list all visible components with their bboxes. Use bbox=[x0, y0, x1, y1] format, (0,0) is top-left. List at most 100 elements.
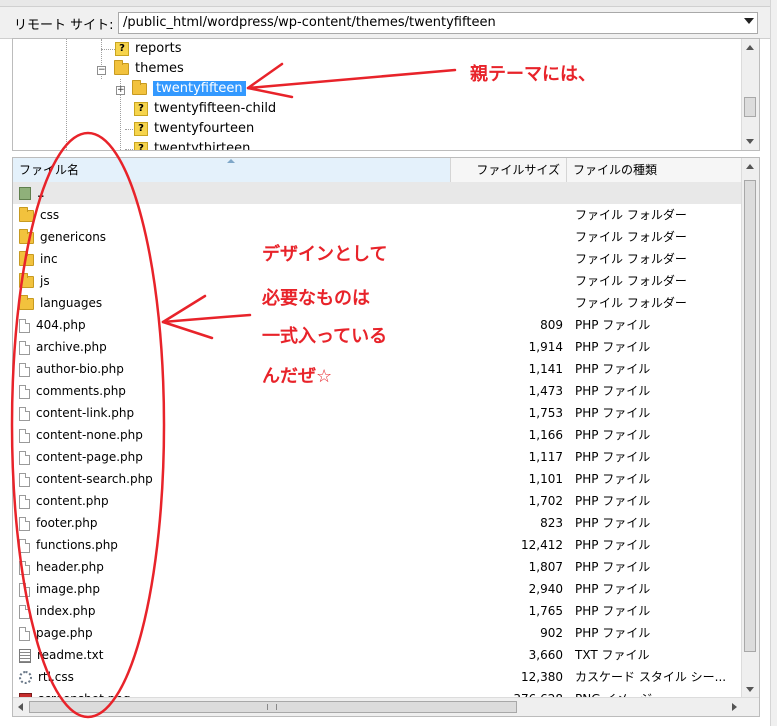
scroll-up-icon[interactable] bbox=[746, 164, 754, 169]
tree-item-twentyfourteen[interactable]: ? twentyfourteen bbox=[134, 119, 254, 139]
expand-icon[interactable]: + bbox=[116, 86, 125, 95]
tree-item-label: twentyfourteen bbox=[154, 121, 255, 136]
file-size: 1,166 bbox=[528, 428, 563, 442]
column-header-size[interactable]: ファイルサイズ bbox=[451, 158, 567, 182]
file-row[interactable]: header.php 1,807 PHP ファイル bbox=[13, 556, 743, 578]
file-list-header: ファイル名 ファイルサイズ ファイルの種類 bbox=[13, 158, 743, 183]
file-size: 1,702 bbox=[528, 494, 563, 508]
file-row[interactable]: author-bio.php 1,141 PHP ファイル bbox=[13, 358, 743, 380]
tree-item-themes[interactable]: themes bbox=[114, 59, 184, 79]
file-name-cell: content-search.php bbox=[19, 468, 153, 490]
file-type: PHP ファイル bbox=[575, 560, 651, 574]
file-row[interactable]: content-search.php 1,101 PHP ファイル bbox=[13, 468, 743, 490]
file-row[interactable]: content-none.php 1,166 PHP ファイル bbox=[13, 424, 743, 446]
tree-vertical-scrollbar[interactable] bbox=[741, 39, 759, 150]
list-vertical-scrollbar[interactable] bbox=[741, 158, 759, 698]
file-name-cell: footer.php bbox=[19, 512, 97, 534]
file-row[interactable]: languages ファイル フォルダー bbox=[13, 292, 743, 314]
sort-ascending-icon bbox=[227, 159, 235, 163]
file-name-cell: index.php bbox=[19, 600, 95, 622]
file-row[interactable]: comments.php 1,473 PHP ファイル bbox=[13, 380, 743, 402]
file-size: 1,765 bbox=[528, 604, 563, 618]
remote-path-field[interactable]: /public_html/wordpress/wp-content/themes… bbox=[118, 12, 758, 34]
file-name: js bbox=[40, 274, 50, 288]
file-size: 1,473 bbox=[528, 384, 563, 398]
collapse-icon[interactable]: − bbox=[97, 66, 106, 75]
file-type: PHP ファイル bbox=[575, 318, 651, 332]
file-row[interactable]: index.php 1,765 PHP ファイル bbox=[13, 600, 743, 622]
file-size: 1,753 bbox=[528, 406, 563, 420]
question-icon: ? bbox=[134, 141, 148, 150]
remote-site-label: リモート サイト: bbox=[14, 18, 114, 33]
file-name-cell: functions.php bbox=[19, 534, 118, 556]
folder-icon bbox=[114, 59, 129, 75]
tree-item-twentythirteen[interactable]: ? twentythirteen bbox=[134, 139, 250, 150]
chevron-down-icon[interactable] bbox=[744, 18, 754, 24]
scroll-right-icon[interactable] bbox=[732, 703, 737, 711]
file-type: ファイル フォルダー bbox=[575, 208, 687, 222]
file-name-cell: content.php bbox=[19, 490, 109, 512]
folder-icon bbox=[132, 79, 147, 95]
file-name-cell: comments.php bbox=[19, 380, 126, 402]
file-size: 809 bbox=[540, 318, 563, 332]
file-name-cell: page.php bbox=[19, 622, 93, 644]
file-name: content-none.php bbox=[36, 428, 143, 442]
column-header-type[interactable]: ファイルの種類 bbox=[567, 158, 743, 182]
file-row[interactable]: footer.php 823 PHP ファイル bbox=[13, 512, 743, 534]
tree-guide-line bbox=[125, 149, 133, 150]
annotation-line-1: デザインとして bbox=[262, 244, 388, 265]
file-row[interactable]: image.php 2,940 PHP ファイル bbox=[13, 578, 743, 600]
file-size: 12,412 bbox=[521, 538, 563, 552]
file-icon bbox=[19, 560, 30, 575]
file-type: ファイル フォルダー bbox=[575, 252, 687, 266]
scrollbar-thumb[interactable] bbox=[744, 180, 756, 652]
file-name: page.php bbox=[36, 626, 93, 640]
top-divider bbox=[0, 0, 777, 7]
file-row[interactable]: js ファイル フォルダー bbox=[13, 270, 743, 292]
file-size: 823 bbox=[540, 516, 563, 530]
file-name: footer.php bbox=[36, 516, 98, 530]
file-name: content-search.php bbox=[36, 472, 153, 486]
tree-item-label: twentyfifteen-child bbox=[154, 101, 277, 116]
tree-item-reports[interactable]: ? reports bbox=[115, 39, 181, 59]
file-type: ファイル フォルダー bbox=[575, 230, 687, 244]
file-row[interactable]: functions.php 12,412 PHP ファイル bbox=[13, 534, 743, 556]
file-type: PHP ファイル bbox=[575, 362, 651, 376]
list-horizontal-scrollbar[interactable] bbox=[13, 697, 759, 716]
file-size: 2,940 bbox=[528, 582, 563, 596]
file-icon bbox=[19, 626, 30, 641]
file-name-cell: author-bio.php bbox=[19, 358, 124, 380]
file-icon bbox=[19, 604, 30, 619]
file-name-cell: content-link.php bbox=[19, 402, 134, 424]
folder-icon bbox=[19, 272, 34, 288]
css-gear-icon bbox=[19, 671, 32, 684]
file-name-cell: content-none.php bbox=[19, 424, 143, 446]
tree-item-twentyfifteen[interactable]: twentyfifteen bbox=[132, 79, 246, 99]
file-name: archive.php bbox=[36, 340, 107, 354]
file-row[interactable]: rtl.css 12,380 カスケード スタイル シー... bbox=[13, 666, 743, 688]
file-row[interactable]: content.php 1,702 PHP ファイル bbox=[13, 490, 743, 512]
scroll-up-icon[interactable] bbox=[746, 45, 754, 50]
file-row[interactable]: .. bbox=[13, 182, 743, 204]
file-row[interactable]: content-link.php 1,753 PHP ファイル bbox=[13, 402, 743, 424]
annotation-line-3: 一式入っている bbox=[262, 326, 388, 347]
scroll-down-icon[interactable] bbox=[746, 687, 754, 692]
tree-item-label-selected: twentyfifteen bbox=[153, 81, 246, 96]
scrollbar-thumb[interactable] bbox=[744, 97, 756, 117]
file-icon bbox=[19, 516, 30, 531]
tree-item-twentyfifteen-child[interactable]: ? twentyfifteen-child bbox=[134, 99, 276, 119]
text-file-icon bbox=[19, 648, 31, 663]
file-row[interactable]: readme.txt 3,660 TXT ファイル bbox=[13, 644, 743, 666]
scroll-left-icon[interactable] bbox=[18, 703, 23, 711]
file-row[interactable]: content-page.php 1,117 PHP ファイル bbox=[13, 446, 743, 468]
scroll-down-icon[interactable] bbox=[746, 139, 754, 144]
file-row[interactable]: page.php 902 PHP ファイル bbox=[13, 622, 743, 644]
file-type: PHP ファイル bbox=[575, 516, 651, 530]
annotation-line-2: 必要なものは bbox=[262, 288, 370, 309]
file-row[interactable]: css ファイル フォルダー bbox=[13, 204, 743, 226]
column-header-label: ファイルサイズ bbox=[476, 163, 560, 177]
tree-guide-line bbox=[125, 129, 133, 130]
folder-icon bbox=[19, 228, 34, 244]
question-icon: ? bbox=[134, 121, 148, 136]
file-name: genericons bbox=[40, 230, 107, 244]
